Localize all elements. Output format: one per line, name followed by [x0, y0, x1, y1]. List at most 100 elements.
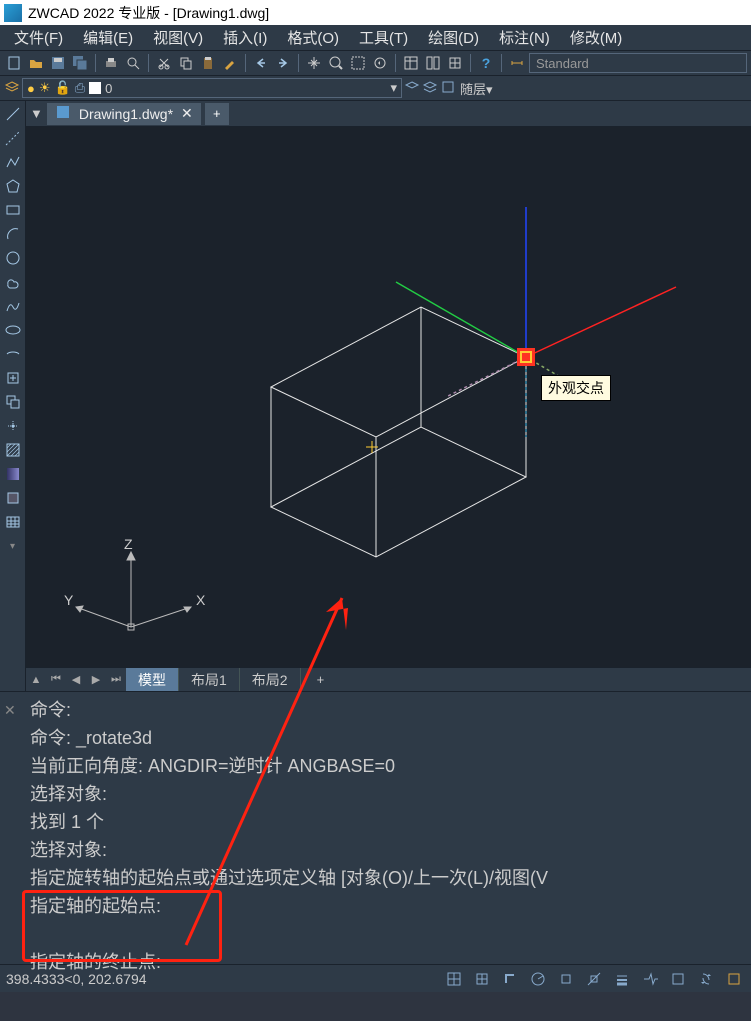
bulb-icon: ●: [27, 81, 35, 96]
make-block-button[interactable]: [2, 391, 24, 413]
chevron-down-icon[interactable]: ▼: [30, 106, 43, 121]
polyline-button[interactable]: [2, 151, 24, 173]
point-button[interactable]: [2, 415, 24, 437]
paste-button[interactable]: [198, 53, 218, 73]
zoom-rt-button[interactable]: [326, 53, 346, 73]
zoom-prev-button[interactable]: [370, 53, 390, 73]
match-prop-button[interactable]: [220, 53, 240, 73]
layer-manager-button[interactable]: [4, 79, 20, 98]
layout-tab-layout1[interactable]: 布局1: [179, 668, 240, 691]
region-button[interactable]: [2, 487, 24, 509]
tab-last-button[interactable]: ⏭: [106, 670, 126, 690]
rectangle-button[interactable]: [2, 199, 24, 221]
document-tabs: ▼ Drawing1.dwg* ✕ +: [26, 101, 751, 127]
help-button[interactable]: ?: [476, 53, 496, 73]
document-name: Drawing1.dwg*: [79, 106, 173, 122]
toolbar-separator: [501, 54, 502, 72]
copy-button[interactable]: [176, 53, 196, 73]
cmd-line: 找到 1 个: [30, 808, 743, 836]
construction-line-button[interactable]: [2, 127, 24, 149]
arc-button[interactable]: [2, 223, 24, 245]
layer-name: 0: [105, 81, 112, 96]
toolbar-separator: [245, 54, 246, 72]
dimstyle-button[interactable]: [507, 53, 527, 73]
new-file-button[interactable]: [4, 53, 24, 73]
layout-tab-layout2[interactable]: 布局2: [240, 668, 301, 691]
toolbar-separator: [470, 54, 471, 72]
bylayer-combo[interactable]: 随层▾: [460, 79, 620, 98]
menu-file[interactable]: 文件(F): [4, 27, 73, 48]
drawing-canvas[interactable]: 外观交点 X Y Z: [26, 127, 751, 667]
command-window[interactable]: ✕ 命令: 命令: _rotate3d 当前正向角度: ANGDIR=逆时针 A…: [0, 691, 751, 964]
layer-prev-button[interactable]: [404, 79, 420, 98]
menu-edit[interactable]: 编辑(E): [73, 27, 143, 48]
layer-iso-button[interactable]: [440, 79, 456, 98]
open-file-button[interactable]: [26, 53, 46, 73]
spline-button[interactable]: [2, 295, 24, 317]
pan-button[interactable]: [304, 53, 324, 73]
close-icon[interactable]: ✕: [4, 696, 16, 724]
close-icon[interactable]: ✕: [181, 105, 193, 122]
menu-view[interactable]: 视图(V): [143, 27, 213, 48]
cmd-line: 命令:: [30, 696, 743, 724]
plot-icon: ⎙: [75, 80, 85, 96]
tool-palette-button[interactable]: [445, 53, 465, 73]
canvas-area: ▼ Drawing1.dwg* ✕ +: [26, 101, 751, 691]
menu-insert[interactable]: 插入(I): [213, 27, 277, 48]
revcloud-button[interactable]: [2, 271, 24, 293]
workspace: ▾ ▼ Drawing1.dwg* ✕ +: [0, 101, 751, 691]
undo-button[interactable]: [251, 53, 271, 73]
svg-text:Z: Z: [124, 537, 133, 552]
bylayer-value: 随层: [460, 82, 486, 97]
layer-combo[interactable]: ● ☀ 🔓 ⎙ 0 ▾: [22, 78, 402, 98]
chevron-down-icon: ▾: [486, 82, 493, 97]
circle-button[interactable]: [2, 247, 24, 269]
redo-button[interactable]: [273, 53, 293, 73]
cut-button[interactable]: [154, 53, 174, 73]
sun-icon: ☀: [39, 80, 51, 96]
menu-modify[interactable]: 修改(M): [560, 27, 633, 48]
ellipse-arc-button[interactable]: [2, 343, 24, 365]
tab-first-button[interactable]: ⏮: [46, 670, 66, 690]
layout-add-button[interactable]: +: [301, 672, 341, 687]
gradient-button[interactable]: [2, 463, 24, 485]
dwg-icon: [55, 104, 71, 123]
cmd-line: 指定轴的起始点:: [30, 892, 743, 920]
zoom-window-button[interactable]: [348, 53, 368, 73]
lock-icon: 🔓: [55, 80, 71, 96]
document-tab-active[interactable]: Drawing1.dwg* ✕: [47, 103, 201, 125]
layer-toolbar: ● ☀ 🔓 ⎙ 0 ▾ 随层▾: [0, 76, 751, 101]
ucs-icon: X Y Z: [56, 537, 206, 657]
insert-block-button[interactable]: [2, 367, 24, 389]
menu-format[interactable]: 格式(O): [277, 27, 349, 48]
menu-draw[interactable]: 绘图(D): [418, 27, 489, 48]
ellipse-button[interactable]: [2, 319, 24, 341]
preview-button[interactable]: [123, 53, 143, 73]
window-title: ZWCAD 2022 专业版 - [Drawing1.dwg]: [28, 3, 269, 23]
tab-next-button[interactable]: ▶: [86, 670, 106, 690]
menu-annotate[interactable]: 标注(N): [489, 27, 560, 48]
textstyle-combo[interactable]: Standard: [529, 53, 747, 73]
menu-tools[interactable]: 工具(T): [349, 27, 418, 48]
table-button[interactable]: [2, 511, 24, 533]
snap-tooltip: 外观交点: [541, 375, 611, 401]
cmd-line: 选择对象:: [30, 780, 743, 808]
polygon-button[interactable]: [2, 175, 24, 197]
tab-prev-button[interactable]: ◀: [66, 670, 86, 690]
saveall-button[interactable]: [70, 53, 90, 73]
layer-states-button[interactable]: [422, 79, 438, 98]
command-history: 命令: 命令: _rotate3d 当前正向角度: ANGDIR=逆时针 ANG…: [30, 696, 743, 976]
properties-button[interactable]: [401, 53, 421, 73]
line-button[interactable]: [2, 103, 24, 125]
print-button[interactable]: [101, 53, 121, 73]
dropdown-expand-button[interactable]: ▾: [2, 535, 24, 557]
new-tab-button[interactable]: +: [205, 103, 229, 125]
cmd-line: 选择对象:: [30, 836, 743, 864]
hatch-button[interactable]: [2, 439, 24, 461]
save-button[interactable]: [48, 53, 68, 73]
layout-tab-model[interactable]: 模型: [126, 668, 179, 691]
design-center-button[interactable]: [423, 53, 443, 73]
title-bar: ZWCAD 2022 专业版 - [Drawing1.dwg]: [0, 0, 751, 25]
tab-collapse-icon[interactable]: ▲: [26, 670, 46, 690]
svg-text:X: X: [196, 592, 206, 608]
